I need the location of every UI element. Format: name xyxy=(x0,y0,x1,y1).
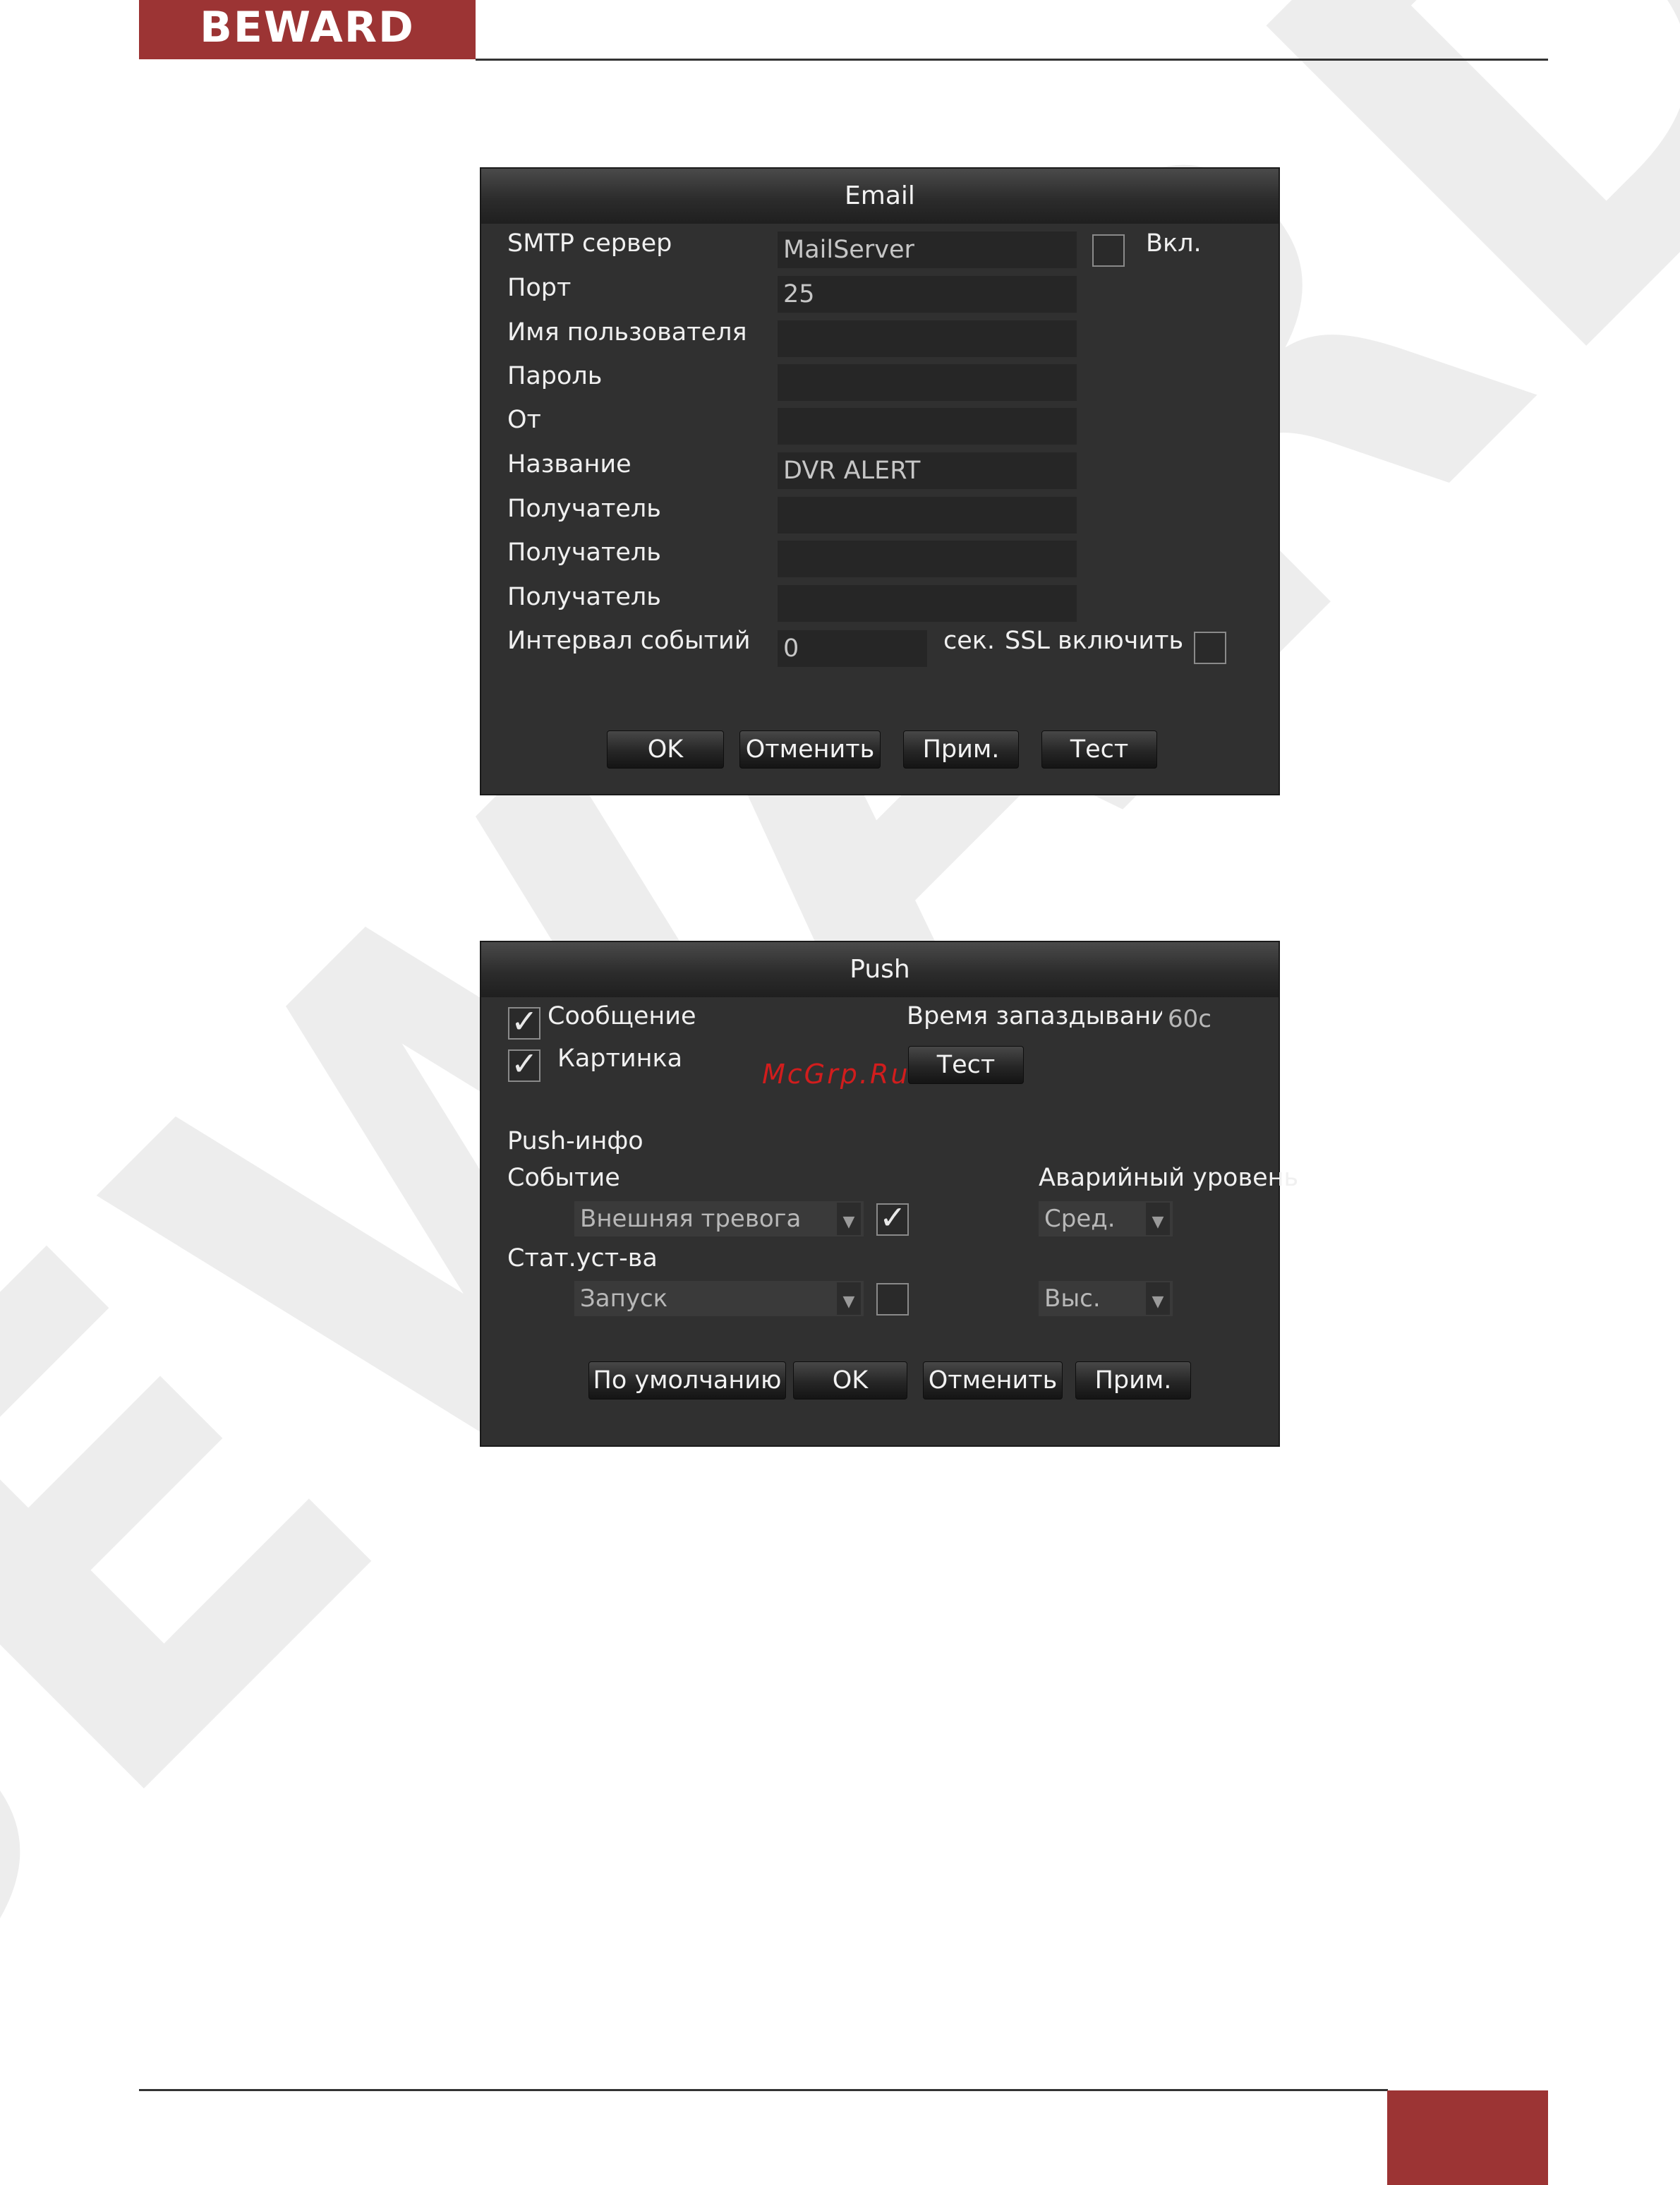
brand-logo-text: BEWARD xyxy=(200,3,415,52)
port-field[interactable]: 25 xyxy=(778,276,1077,313)
alarm-level-label: Аварийный уровень xyxy=(1039,1164,1299,1192)
delay-time-label: Время запаздывания xyxy=(907,1002,1182,1030)
event-checkbox[interactable]: ✓ xyxy=(876,1199,909,1236)
chevron-down-icon: ▼ xyxy=(1146,1203,1170,1235)
brand-logo: BEWARD xyxy=(139,0,476,59)
device-state-select[interactable]: Запуск ▼ xyxy=(574,1281,864,1316)
event-interval-label: Интервал событий xyxy=(507,627,751,655)
ssl-label: SSL включить xyxy=(1005,627,1184,655)
event-label: Событие xyxy=(507,1164,620,1192)
check-mark-icon: ✓ xyxy=(511,1002,538,1040)
email-enable-label: Вкл. xyxy=(1146,229,1202,258)
email-test-button[interactable]: Тест xyxy=(1041,730,1157,769)
event-interval-field[interactable]: 0 xyxy=(778,630,927,667)
delay-time-select[interactable]: 60с xyxy=(1162,1001,1279,1037)
check-mark-icon: ✓ xyxy=(879,1198,907,1236)
site-watermark-text: McGrp.Ru xyxy=(762,1059,910,1090)
push-ok-button[interactable]: OK xyxy=(793,1361,907,1400)
picture-label: Картинка xyxy=(557,1045,683,1073)
push-dialog-title: Push xyxy=(850,955,910,984)
smtp-server-label: SMTP сервер xyxy=(507,229,672,258)
username-field[interactable] xyxy=(778,320,1077,357)
push-info-label: Push-инфо xyxy=(507,1127,643,1155)
device-state-label: Стат.уст-ва xyxy=(507,1244,658,1272)
message-checkbox[interactable]: ✓ xyxy=(508,1003,540,1040)
password-label: Пароль xyxy=(507,362,603,390)
footer-divider xyxy=(139,2089,1388,2091)
interval-unit-label: сек. xyxy=(943,627,996,655)
chevron-down-icon: ▼ xyxy=(837,1203,861,1235)
subject-label: Название xyxy=(507,450,631,478)
chevron-down-icon: ▼ xyxy=(1146,1282,1170,1315)
from-field[interactable] xyxy=(778,408,1077,445)
email-cancel-button[interactable]: Отменить xyxy=(739,730,881,769)
message-label: Сообщение xyxy=(548,1002,696,1030)
username-label: Имя пользователя xyxy=(507,318,747,347)
push-dialog-titlebar: Push xyxy=(481,942,1279,997)
header-divider xyxy=(476,59,1548,61)
email-dialog-title: Email xyxy=(845,181,915,210)
push-cancel-button[interactable]: Отменить xyxy=(923,1361,1063,1400)
recipient-2-field[interactable] xyxy=(778,541,1077,577)
email-dialog: Email SMTP сервер MailServer Вкл. Порт 2… xyxy=(480,167,1280,795)
recipient-1-field[interactable] xyxy=(778,497,1077,534)
push-test-button[interactable]: Тест xyxy=(908,1046,1024,1084)
device-level-select[interactable]: Выс. ▼ xyxy=(1039,1281,1173,1316)
push-apply-button[interactable]: Прим. xyxy=(1075,1361,1191,1400)
email-enable-checkbox[interactable] xyxy=(1092,234,1125,267)
password-field[interactable] xyxy=(778,364,1077,401)
recipient-3-label: Получатель xyxy=(507,583,661,611)
email-ok-button[interactable]: OK xyxy=(607,730,724,769)
port-label: Порт xyxy=(507,274,572,302)
device-state-checkbox[interactable] xyxy=(876,1283,909,1316)
footer-page-box xyxy=(1387,2090,1548,2185)
from-label: От xyxy=(507,406,541,434)
email-dialog-titlebar: Email xyxy=(481,169,1279,224)
device-state-value: Запуск xyxy=(580,1284,668,1313)
check-mark-icon: ✓ xyxy=(511,1045,538,1083)
event-level-select[interactable]: Сред. ▼ xyxy=(1039,1201,1173,1236)
smtp-server-field[interactable]: MailServer xyxy=(778,231,1077,268)
recipient-1-label: Получатель xyxy=(507,495,661,523)
event-type-select[interactable]: Внешняя тревога ▼ xyxy=(574,1201,864,1236)
push-default-button[interactable]: По умолчанию xyxy=(588,1361,786,1400)
recipient-3-field[interactable] xyxy=(778,585,1077,622)
event-level-value: Сред. xyxy=(1044,1205,1116,1233)
recipient-2-label: Получатель xyxy=(507,538,661,567)
subject-field[interactable]: DVR ALERT xyxy=(778,452,1077,489)
ssl-checkbox[interactable] xyxy=(1194,632,1226,664)
device-level-value: Выс. xyxy=(1044,1284,1101,1313)
chevron-down-icon: ▼ xyxy=(837,1282,861,1315)
email-apply-button[interactable]: Прим. xyxy=(903,730,1019,769)
picture-checkbox[interactable]: ✓ xyxy=(508,1045,540,1082)
event-type-value: Внешняя тревога xyxy=(580,1205,802,1233)
push-dialog: Push ✓ Сообщение ✓ Картинка Время запазд… xyxy=(480,941,1298,1447)
